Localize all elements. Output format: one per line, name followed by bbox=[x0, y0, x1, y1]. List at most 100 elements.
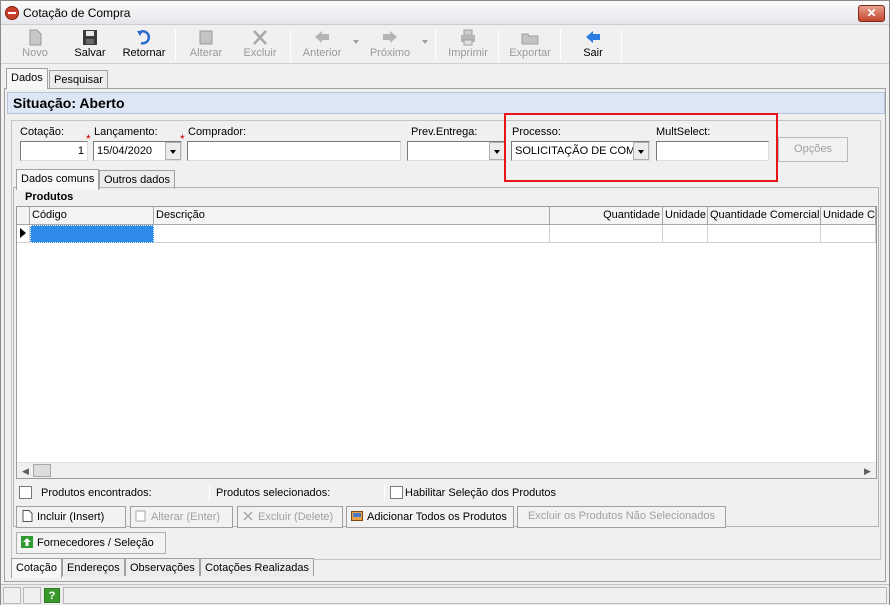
excluir-item-label: Excluir (Delete) bbox=[258, 511, 334, 523]
produtos-encontrados-label: Produtos encontrados: bbox=[41, 487, 152, 499]
help-icon[interactable]: ? bbox=[44, 588, 60, 603]
tab-dados-comuns[interactable]: Dados comuns bbox=[16, 169, 100, 190]
tab-enderecos[interactable]: Endereços bbox=[62, 558, 125, 576]
green-up-arrow-icon bbox=[21, 536, 33, 548]
lancamento-dropdown-button[interactable] bbox=[165, 142, 181, 160]
retornar-button[interactable]: Retornar bbox=[119, 27, 169, 63]
alterar-button[interactable]: Alterar bbox=[184, 27, 228, 63]
cotacao-field[interactable]: 1 bbox=[20, 141, 88, 161]
produtos-group-label: Produtos bbox=[25, 191, 74, 203]
table-row-cell-quantidade[interactable] bbox=[550, 225, 663, 243]
proximo-dropdown-arrow[interactable] bbox=[422, 40, 428, 44]
col-quantidade[interactable]: Quantidade bbox=[550, 207, 663, 225]
novo-label: Novo bbox=[22, 47, 48, 59]
close-button[interactable]: ✕ bbox=[858, 5, 885, 22]
excluir-item-button[interactable]: Excluir (Delete) bbox=[237, 506, 343, 528]
delete-x-icon bbox=[253, 30, 267, 45]
add-all-icon bbox=[351, 511, 363, 521]
row-pointer-icon bbox=[20, 228, 26, 238]
new-item-icon bbox=[22, 510, 33, 522]
salvar-label: Salvar bbox=[74, 47, 106, 59]
comprador-required-mark: * bbox=[180, 132, 185, 146]
status-cell bbox=[3, 587, 21, 604]
toolbar-separator bbox=[498, 29, 499, 61]
table-row-cell-descricao[interactable] bbox=[154, 225, 550, 243]
excluir-button[interactable]: Excluir bbox=[239, 27, 281, 63]
save-disk-icon bbox=[83, 30, 97, 45]
tab-cotacao[interactable]: Cotação bbox=[11, 558, 62, 578]
habilitar-selecao-label: Habilitar Seleção dos Produtos bbox=[405, 487, 557, 499]
excluir-label: Excluir bbox=[243, 47, 277, 59]
novo-button[interactable]: Novo bbox=[15, 27, 55, 63]
prev-entrega-label: Prev.Entrega: bbox=[411, 126, 478, 138]
col-unidade[interactable]: Unidade bbox=[663, 207, 708, 225]
tab-observacoes[interactable]: Observações bbox=[125, 558, 200, 576]
toolbar-separator bbox=[560, 29, 561, 61]
comprador-field[interactable] bbox=[187, 141, 401, 161]
col-unidade-comercial[interactable]: Unidade Co bbox=[821, 207, 876, 225]
anterior-dropdown-arrow[interactable] bbox=[353, 40, 359, 44]
tab-pesquisar[interactable]: Pesquisar bbox=[49, 70, 108, 89]
edit-icon bbox=[199, 30, 213, 45]
row-indicator bbox=[17, 225, 30, 243]
highlight-box bbox=[504, 113, 778, 182]
arrow-left-icon bbox=[315, 31, 329, 43]
excluir-nao-selecionados-button[interactable]: Excluir os Produtos Não Selecionados bbox=[517, 506, 726, 528]
produtos-grid[interactable]: Código Descrição Quantidade Unidade Quan… bbox=[16, 206, 877, 479]
alterar-item-button[interactable]: Alterar (Enter) bbox=[130, 506, 233, 528]
title-bar: Cotação de Compra ✕ bbox=[1, 1, 889, 25]
col-codigo[interactable]: Código bbox=[30, 207, 154, 225]
prev-entrega-dropdown-button[interactable] bbox=[489, 142, 505, 160]
table-row-cell-codigo[interactable] bbox=[30, 225, 154, 243]
export-folder-icon bbox=[521, 33, 539, 45]
incluir-button[interactable]: Incluir (Insert) bbox=[16, 506, 126, 528]
toolbar-separator bbox=[175, 29, 176, 61]
toolbar: Novo Salvar Retornar Alterar Excluir Ant… bbox=[1, 26, 889, 64]
produtos-selecionados-label: Produtos selecionados: bbox=[216, 487, 331, 499]
retornar-label: Retornar bbox=[122, 47, 166, 59]
status-cell bbox=[23, 587, 41, 604]
exportar-label: Exportar bbox=[509, 47, 551, 59]
grid-indicator-header bbox=[17, 207, 30, 225]
main-window: Cotação de Compra ✕ Novo Salvar Retornar… bbox=[0, 0, 890, 605]
proximo-label: Próximo bbox=[369, 47, 411, 59]
adicionar-todos-button[interactable]: Adicionar Todos os Produtos bbox=[346, 506, 514, 528]
scroll-right-icon[interactable]: ▶ bbox=[864, 466, 871, 477]
table-row-cell-unidade-comercial[interactable] bbox=[821, 225, 876, 243]
toolbar-separator bbox=[435, 29, 436, 61]
anterior-label: Anterior bbox=[302, 47, 342, 59]
table-row-cell-quantidade-comercial[interactable] bbox=[708, 225, 821, 243]
scroll-left-icon[interactable]: ◀ bbox=[22, 466, 29, 477]
cotacao-label: Cotação: bbox=[20, 126, 65, 138]
comprador-label: Comprador: bbox=[188, 126, 247, 138]
status-message-cell bbox=[63, 587, 887, 604]
exportar-button[interactable]: Exportar bbox=[506, 27, 554, 63]
app-icon bbox=[5, 6, 19, 20]
alterar-label: Alterar bbox=[189, 47, 223, 59]
fornecedores-selecao-tab[interactable]: Fornecedores / Seleção bbox=[16, 532, 166, 554]
col-quantidade-comercial[interactable]: Quantidade Comercial bbox=[708, 207, 821, 225]
scroll-thumb[interactable] bbox=[33, 464, 51, 477]
imprimir-button[interactable]: Imprimir bbox=[445, 27, 491, 63]
salvar-button[interactable]: Salvar bbox=[69, 27, 111, 63]
produtos-checkbox[interactable] bbox=[19, 486, 32, 499]
tab-cotacoes-realizadas[interactable]: Cotações Realizadas bbox=[200, 558, 314, 576]
status-bar: ? bbox=[1, 584, 889, 605]
col-descricao[interactable]: Descrição bbox=[154, 207, 550, 225]
situacao-header: Situação: Aberto bbox=[7, 92, 885, 114]
fornecedores-label: Fornecedores / Seleção bbox=[37, 537, 154, 549]
habilitar-selecao-checkbox[interactable] bbox=[390, 486, 403, 499]
toolbar-separator bbox=[290, 29, 291, 61]
delete-item-icon bbox=[243, 511, 253, 521]
sair-button[interactable]: Sair bbox=[571, 27, 615, 63]
horizontal-scrollbar[interactable]: ◀ ▶ bbox=[17, 462, 876, 478]
tab-dados[interactable]: Dados bbox=[6, 68, 48, 89]
incluir-label: Incluir (Insert) bbox=[37, 511, 105, 523]
table-row-cell-unidade[interactable] bbox=[663, 225, 708, 243]
imprimir-label: Imprimir bbox=[448, 47, 488, 59]
separator bbox=[209, 484, 210, 501]
undo-icon bbox=[137, 30, 151, 45]
proximo-button[interactable]: Próximo bbox=[367, 27, 413, 63]
opcoes-button[interactable]: Opções bbox=[778, 137, 848, 162]
anterior-button[interactable]: Anterior bbox=[299, 27, 345, 63]
